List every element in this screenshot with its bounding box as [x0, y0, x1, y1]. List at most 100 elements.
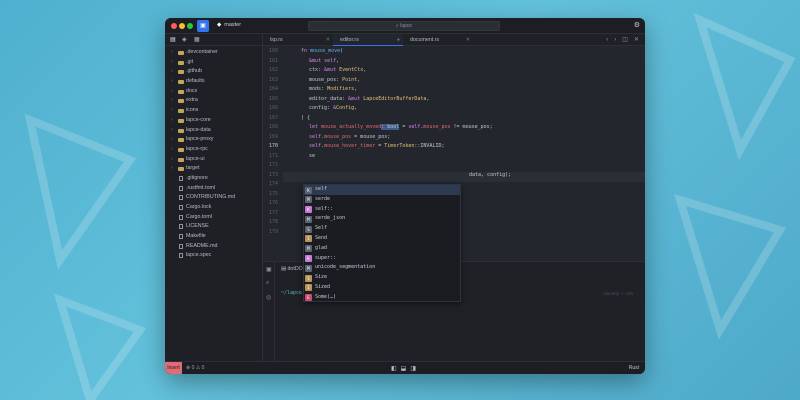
completion-item[interactable]: Municode_segmentation: [304, 263, 460, 273]
tree-folder[interactable]: › .devcontainer: [165, 48, 263, 58]
completion-label: glad: [315, 244, 328, 251]
completion-label: Size: [315, 274, 328, 281]
chevron-right-icon[interactable]: ›: [171, 145, 173, 155]
tree-item-label: .github: [186, 68, 202, 75]
completion-kind-icon: E: [305, 294, 312, 302]
tree-folder[interactable]: › lapce-ui: [165, 155, 263, 165]
tree-file[interactable]: Makefile: [165, 232, 263, 242]
completion-item[interactable]: S Size: [304, 273, 460, 283]
chevron-right-icon[interactable]: ›: [171, 48, 173, 58]
maximize-window-button[interactable]: [187, 23, 193, 29]
tree-file[interactable]: Cargo.lock: [165, 203, 263, 213]
search-icon[interactable]: ⌕: [266, 280, 269, 287]
autocomplete-popup[interactable]: Kself Mserde Kself:: Mserde_json S Self I Send M…: [303, 184, 461, 302]
tab-editor[interactable]: editor.rs ●: [333, 34, 403, 46]
line-number: 163: [269, 76, 279, 83]
tab-controls: ‹ › ◫ ✕: [600, 36, 639, 43]
tab-bar: lsp.rs ✕ editor.rs ● document.rs ✕ ‹ › ◫ ✕: [263, 34, 645, 46]
language-indicator[interactable]: Rust: [629, 365, 639, 371]
tree-folder[interactable]: › lapce-data: [165, 126, 263, 136]
completion-item[interactable]: Mserde: [304, 195, 460, 205]
close-icon[interactable]: ✕: [326, 34, 330, 46]
file-icon: [179, 175, 183, 181]
tree-folder[interactable]: › lapce-core: [165, 116, 263, 126]
tree-folder[interactable]: › icons: [165, 106, 263, 116]
chevron-right-icon[interactable]: ›: [171, 87, 173, 97]
completion-item[interactable]: Mserde_json: [304, 214, 460, 224]
completion-item[interactable]: I Sized: [304, 283, 460, 293]
chevron-right-icon[interactable]: ›: [171, 67, 173, 77]
tree-file[interactable]: .rustfmt.toml: [165, 184, 263, 194]
close-icon[interactable]: ✕: [466, 34, 470, 46]
completion-item[interactable]: S Self: [304, 224, 460, 234]
chevron-right-icon[interactable]: ›: [171, 126, 173, 136]
modified-dot-icon[interactable]: ●: [397, 34, 400, 46]
completion-kind-icon: M: [305, 264, 312, 272]
completion-item[interactable]: Kself::: [304, 205, 460, 215]
editor-area: lsp.rs ✕ editor.rs ● document.rs ✕ ‹ › ◫ ✕ 160…: [263, 34, 645, 362]
toggle-right-panel-icon[interactable]: ◨: [410, 366, 416, 372]
chevron-right-icon[interactable]: ›: [171, 96, 173, 106]
chevron-right-icon[interactable]: ›: [171, 116, 173, 126]
chevron-right-icon[interactable]: ›: [171, 106, 173, 116]
chevron-right-icon[interactable]: ›: [171, 77, 173, 87]
line-number: 170: [269, 143, 279, 149]
line-number: 175: [269, 190, 279, 197]
tree-file[interactable]: .gitignore: [165, 174, 263, 184]
tree-folder[interactable]: › .git: [165, 58, 263, 68]
title-bar: ▣ ◆ master ⌕ lapce ⚙: [165, 18, 645, 34]
tree-file[interactable]: lapce.spec: [165, 251, 263, 261]
tree-folder[interactable]: › .github: [165, 67, 263, 77]
terminal-icon[interactable]: ▣: [266, 266, 272, 273]
tree-file[interactable]: LICENSE: [165, 222, 263, 232]
tree-folder[interactable]: › extra: [165, 96, 263, 106]
terminal-prompt[interactable]: ~/lapce: [281, 290, 302, 296]
tree-folder[interactable]: › target: [165, 164, 263, 174]
gear-icon[interactable]: ⚙: [634, 21, 640, 29]
completion-item[interactable]: I Send: [304, 234, 460, 244]
problems-icon[interactable]: ◎: [266, 294, 271, 301]
tab-lsp[interactable]: lsp.rs ✕: [263, 34, 333, 46]
completion-item[interactable]: Kself: [304, 185, 460, 195]
terminal-tab[interactable]: ▤ dotDO: [281, 266, 303, 272]
tree-file[interactable]: README.md: [165, 242, 263, 252]
plugins-icon[interactable]: ▦: [194, 36, 200, 43]
completion-item[interactable]: Mglad: [304, 244, 460, 254]
tab-document[interactable]: document.rs ✕: [403, 34, 473, 46]
line-number: 167: [269, 114, 279, 121]
chevron-right-icon[interactable]: ›: [171, 155, 173, 165]
file-explorer-icon[interactable]: ▤: [170, 36, 176, 43]
tree-folder[interactable]: › lapce-rpc: [165, 145, 263, 155]
split-editor-icon[interactable]: ◫: [622, 37, 628, 43]
completion-kind-icon: K: [305, 186, 312, 194]
toggle-left-panel-icon[interactable]: ◧: [391, 366, 397, 372]
tree-file[interactable]: CONTRIBUTING.md: [165, 193, 263, 203]
completion-kind-icon: M: [305, 215, 312, 223]
file-icon: [179, 234, 183, 240]
branch-selector[interactable]: ◆ master: [217, 22, 241, 28]
line-number: 172: [269, 162, 279, 168]
close-window-button[interactable]: [171, 23, 177, 29]
folder-icon[interactable]: ▣: [197, 20, 209, 32]
warning-icon: ⚠: [194, 365, 202, 371]
command-palette-search[interactable]: ⌕ lapce: [308, 21, 500, 31]
chevron-left-icon[interactable]: ‹: [606, 37, 608, 43]
source-control-icon[interactable]: ◈: [182, 36, 187, 43]
toggle-bottom-panel-icon[interactable]: ⬓: [401, 366, 407, 372]
close-icon[interactable]: ✕: [634, 37, 639, 43]
chevron-right-icon[interactable]: ›: [614, 37, 616, 43]
tree-folder[interactable]: › docs: [165, 87, 263, 97]
tree-item-label: .gitignore: [186, 174, 208, 181]
tab-label: editor.rs: [340, 37, 359, 43]
tree-file[interactable]: Cargo.toml: [165, 213, 263, 223]
line-number: 173: [269, 171, 279, 178]
tree-folder[interactable]: › lapce-proxy: [165, 135, 263, 145]
diagnostics-summary[interactable]: ⊗ 0 ⚠ 0: [186, 365, 204, 371]
chevron-right-icon[interactable]: ›: [171, 164, 173, 174]
completion-item[interactable]: Ksuper::: [304, 254, 460, 264]
chevron-right-icon[interactable]: ›: [171, 58, 173, 68]
tree-folder[interactable]: › defaults: [165, 77, 263, 87]
minimize-window-button[interactable]: [179, 23, 185, 29]
chevron-right-icon[interactable]: ›: [171, 135, 173, 145]
completion-item[interactable]: E Some(…): [304, 293, 460, 303]
